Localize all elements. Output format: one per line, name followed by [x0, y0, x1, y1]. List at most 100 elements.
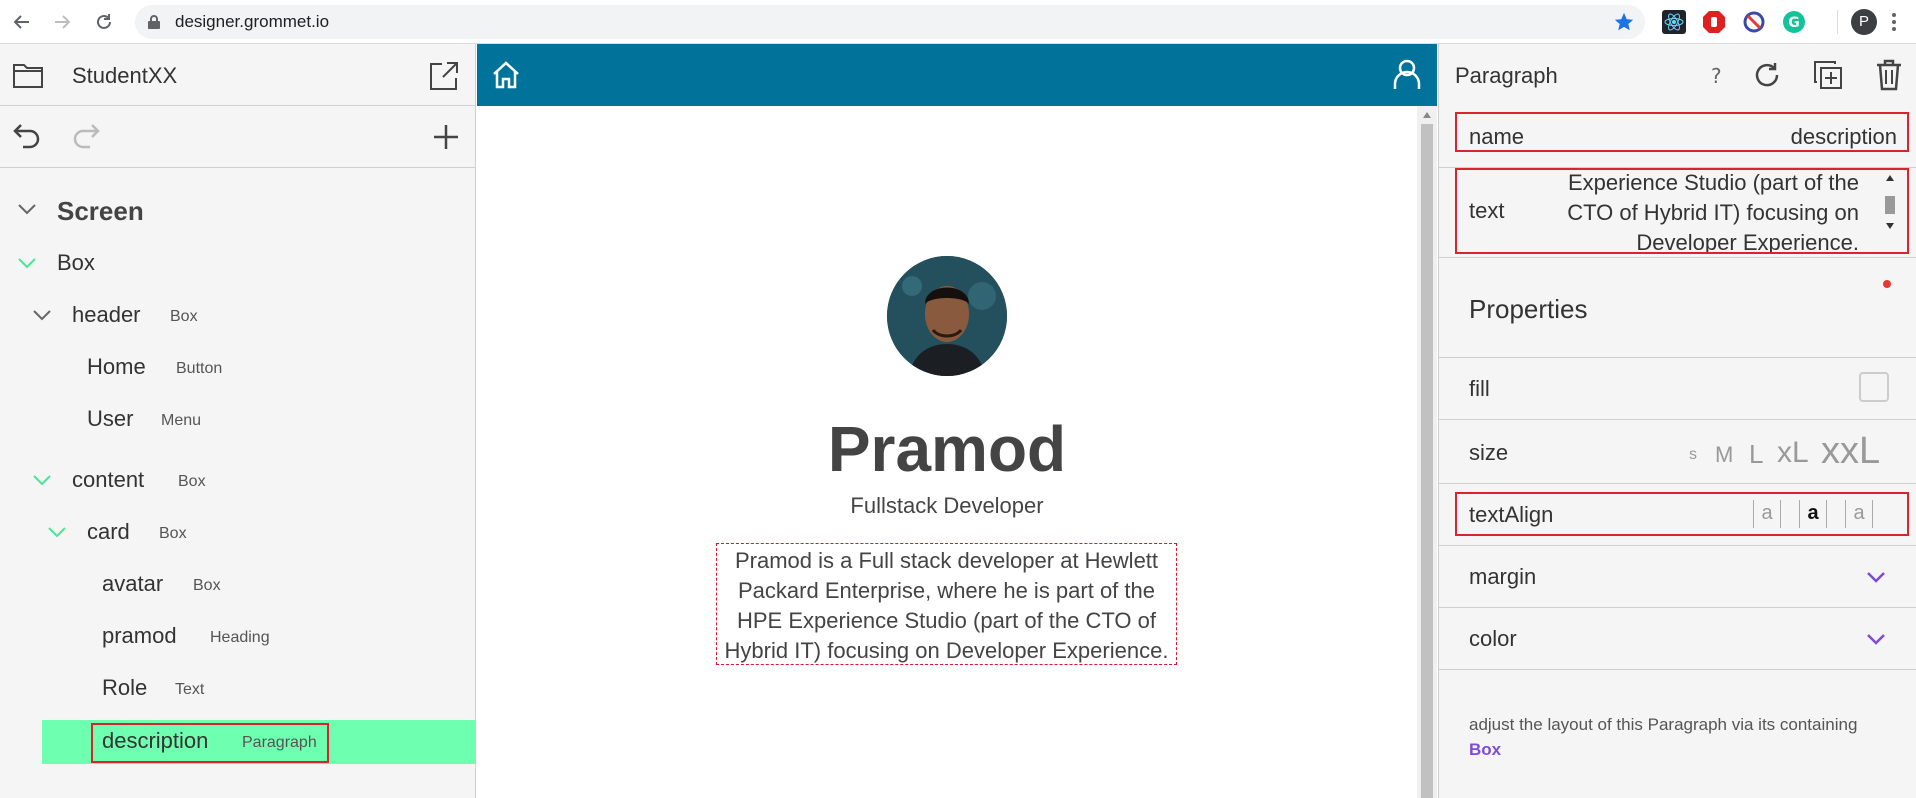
reload-button[interactable] — [92, 10, 116, 34]
grammarly-extension[interactable]: G — [1782, 10, 1806, 34]
adblock-extension[interactable] — [1702, 10, 1726, 34]
chevron-down-icon[interactable] — [1867, 572, 1885, 584]
profile-role-text: Fullstack Developer — [850, 493, 1044, 518]
delete-trash-icon[interactable] — [1875, 59, 1903, 91]
tree-type: Box — [159, 525, 187, 542]
tree-item-box[interactable]: Box — [0, 242, 476, 286]
scroll-up-arrow-icon[interactable] — [1422, 111, 1432, 119]
textalign-row: textAlign a a a — [1439, 484, 1916, 546]
tree-item-pramod[interactable]: pramod Heading — [0, 615, 476, 659]
tree-label: Screen — [57, 196, 144, 226]
tree-type: Box — [170, 308, 198, 325]
browser-menu-button[interactable] — [1882, 10, 1906, 34]
tree-item-role[interactable]: Role Text — [0, 667, 476, 711]
text-highlight-box — [1455, 168, 1909, 254]
properties-header: Paragraph ? — [1439, 44, 1916, 106]
folder-icon[interactable] — [13, 62, 43, 88]
fill-row: fill — [1439, 358, 1916, 420]
layout-note: adjust the layout of this Paragraph via … — [1469, 712, 1899, 762]
chevron-down-icon[interactable] — [48, 527, 66, 539]
tree-type: Menu — [161, 412, 202, 429]
size-option-xxl[interactable]: xxL — [1821, 430, 1880, 473]
block-extension[interactable] — [1742, 10, 1766, 34]
name-highlight-box — [1455, 112, 1909, 152]
project-header: StudentXX — [0, 44, 476, 106]
tree-item-header[interactable]: header Box — [0, 294, 476, 338]
tree-type: Box — [178, 473, 206, 490]
tree-label: avatar — [102, 571, 164, 596]
chevron-down-icon[interactable] — [33, 310, 51, 322]
forward-arrow-icon — [55, 15, 71, 29]
react-icon — [1662, 10, 1686, 34]
tree-item-content[interactable]: content Box — [0, 459, 476, 503]
tree-item-screen[interactable]: Screen — [0, 188, 476, 232]
back-button[interactable] — [10, 10, 34, 34]
user-icon[interactable] — [1392, 58, 1422, 90]
tree-toolbar — [0, 106, 476, 168]
color-label: color — [1469, 626, 1517, 651]
stop-hand-icon — [1703, 11, 1725, 33]
help-button[interactable]: ? — [1711, 64, 1722, 88]
duplicate-icon[interactable] — [1813, 60, 1843, 90]
svg-text:G: G — [1788, 15, 1800, 31]
tree-item-home[interactable]: Home Button — [0, 346, 476, 390]
grammarly-icon: G — [1783, 11, 1805, 33]
profile-description-paragraph[interactable]: Pramod is a Full stack developer at Hewl… — [716, 543, 1177, 665]
color-row[interactable]: color — [1439, 608, 1916, 670]
chevron-down-icon[interactable] — [18, 258, 36, 270]
margin-row[interactable]: margin — [1439, 546, 1916, 608]
tree-label: content — [72, 467, 145, 492]
tree-label: Box — [57, 250, 95, 275]
react-devtools-extension[interactable] — [1662, 10, 1686, 34]
tree-item-user[interactable]: User Menu — [0, 398, 476, 442]
address-bar[interactable]: designer.grommet.io — [135, 5, 1645, 39]
project-title: StudentXX — [72, 63, 178, 88]
tree-label: User — [87, 406, 134, 431]
forward-button[interactable] — [50, 10, 74, 34]
size-label: size — [1469, 440, 1509, 465]
undo-icon[interactable] — [13, 123, 41, 149]
chevron-down-icon[interactable] — [33, 475, 51, 487]
chevron-down-icon[interactable] — [1867, 634, 1885, 646]
layout-note-text: adjust the layout of this Paragraph via … — [1469, 715, 1858, 734]
url-text: designer.grommet.io — [175, 12, 330, 31]
reset-icon[interactable] — [1753, 61, 1781, 89]
tree-label: pramod — [102, 623, 177, 648]
size-option-s[interactable]: s — [1689, 446, 1697, 464]
avatar-image — [887, 256, 1007, 376]
browser-toolbar: designer.grommet.io G P — [0, 0, 1916, 44]
size-option-m[interactable]: M — [1715, 442, 1733, 468]
profile-initial: P — [1859, 13, 1870, 30]
text-field-row: text Experience Studio (part of the CTO … — [1439, 168, 1916, 288]
add-icon[interactable] — [432, 123, 460, 151]
tree-type: Text — [175, 681, 205, 698]
size-option-xl[interactable]: xL — [1777, 436, 1809, 470]
tree-type: Box — [193, 577, 221, 594]
tree-item-card[interactable]: card Box — [0, 511, 476, 555]
redo-icon[interactable] — [72, 123, 100, 149]
home-icon[interactable] — [491, 60, 521, 90]
design-canvas: Pramod Fullstack Developer Pramod is a F… — [477, 44, 1437, 798]
bookmark-star-icon[interactable] — [1613, 11, 1635, 33]
tree-panel: StudentXX Screen Box header Box Home But… — [0, 44, 476, 798]
selection-highlight-box — [91, 723, 329, 763]
profile-name-heading: Pramod — [827, 413, 1067, 485]
size-option-l[interactable]: L — [1749, 439, 1763, 470]
fill-label: fill — [1469, 376, 1490, 401]
chevron-down-icon[interactable] — [18, 204, 36, 216]
profile-button[interactable]: P — [1837, 9, 1877, 35]
canvas-scrollbar[interactable] — [1417, 106, 1437, 798]
tree-type: Button — [176, 360, 223, 377]
properties-heading: Properties — [1469, 294, 1588, 324]
name-field-row: name description — [1439, 106, 1916, 168]
tree-item-avatar[interactable]: avatar Box — [0, 563, 476, 607]
fill-checkbox[interactable] — [1859, 372, 1889, 402]
open-external-icon[interactable] — [428, 60, 460, 92]
properties-panel: Paragraph ? name description text Experi… — [1438, 44, 1916, 798]
size-row: size s M L xL xxL — [1439, 420, 1916, 484]
back-arrow-icon — [13, 15, 29, 29]
more-vert-icon — [1892, 13, 1896, 31]
tree-label: header — [72, 302, 141, 327]
containing-box-link[interactable]: Box — [1469, 740, 1501, 759]
scroll-thumb[interactable] — [1421, 124, 1433, 798]
